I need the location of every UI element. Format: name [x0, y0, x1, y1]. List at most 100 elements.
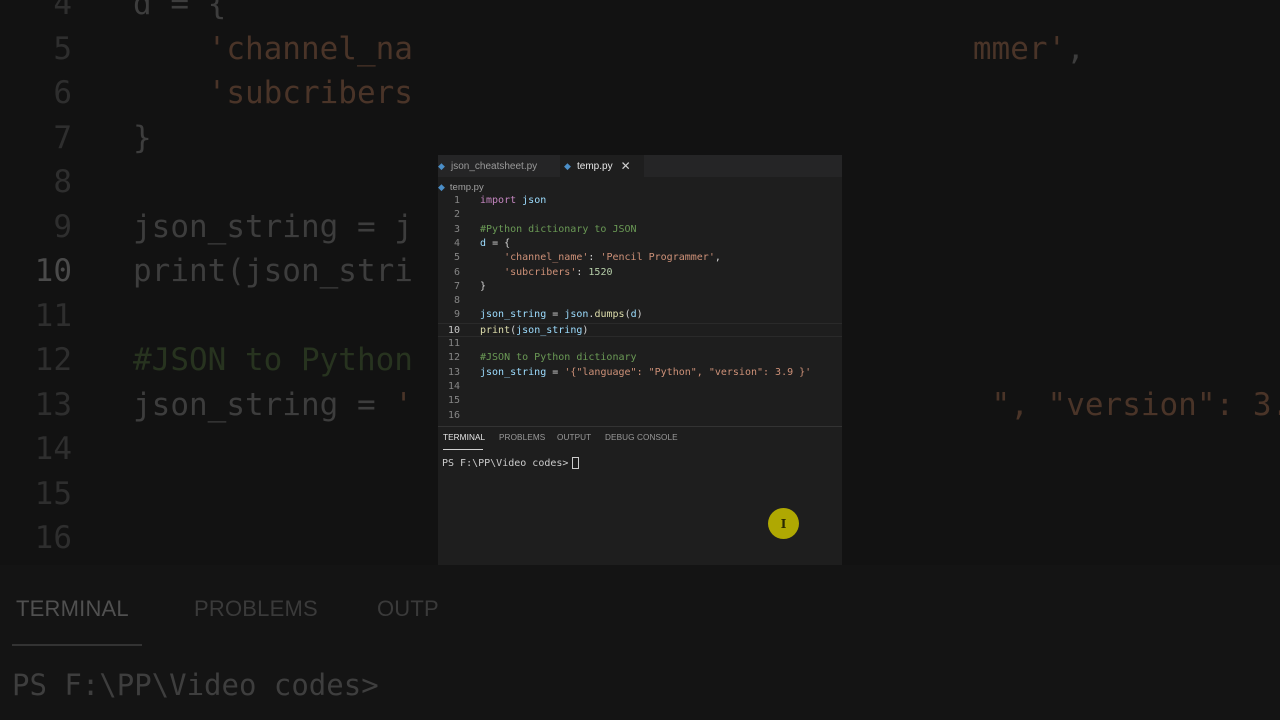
background-code-line: 7} [0, 116, 151, 160]
background-line-number: 9 [53, 208, 72, 245]
background-line-text: json_string = j [133, 208, 413, 245]
background-line-text: #JSON to Python [133, 342, 413, 378]
background-line-number: 12 [34, 342, 72, 378]
line-number: 6 [453, 266, 460, 278]
tab-output[interactable]: OUTPUT [557, 433, 591, 442]
background-code-line: 12 #JSON to Python [0, 338, 413, 382]
background-line-number: 11 [34, 297, 72, 334]
line-text: #Python dictionary to JSON [480, 223, 637, 235]
breadcrumb[interactable]: ◆ temp.py [438, 179, 484, 195]
line-number: 14 [447, 380, 460, 392]
background-line-number: 8 [53, 164, 72, 200]
background-code-line: 13json_string = ' ", "version": 3.9 }' [0, 383, 1280, 427]
line-number: 12 [447, 352, 460, 364]
background-line-text: } [133, 119, 152, 156]
code-line[interactable]: 10 print(json_string) [438, 322, 842, 337]
line-text: import json [480, 195, 547, 206]
active-tab-underline [443, 449, 483, 450]
tab-label: json_cheatsheet.py [451, 160, 538, 172]
code-line[interactable]: 1 import json [438, 194, 842, 208]
code-line[interactable]: 6 'subcribers': 1520 [438, 266, 842, 280]
code-line[interactable]: 15 [438, 394, 842, 408]
code-line[interactable]: 12 #JSON to Python dictionary [438, 351, 842, 365]
background-line-number: 14 [34, 431, 72, 467]
code-line[interactable]: 14 [438, 380, 842, 394]
background-code-line: 6 'subcribers [0, 71, 413, 115]
text-cursor-icon: I [780, 516, 787, 531]
line-number: 3 [453, 223, 460, 235]
tab-label: temp.py [577, 160, 613, 172]
background-code-line: 4 d = { [0, 0, 226, 26]
tab-problems[interactable]: PROBLEMS [499, 433, 545, 442]
line-text: d = { [480, 237, 511, 249]
code-line[interactable]: 4 d = { [438, 237, 842, 251]
python-file-icon: ◆ [438, 161, 445, 171]
background-line-number: 13 [34, 386, 72, 423]
background-line-text: 'subcribers [207, 75, 413, 111]
background-tab-output: OUTP [377, 596, 439, 621]
code-line[interactable]: 9 json_string = json.dumps(d) [438, 308, 842, 322]
background-code-line: 14 [0, 427, 72, 471]
bottom-panel: TERMINAL PROBLEMS OUTPUT DEBUG CONSOLE P… [438, 426, 842, 565]
background-code-line: 5 'channel_na mmer', [0, 27, 1085, 71]
code-line[interactable]: 3 #Python dictionary to JSON [438, 223, 842, 237]
terminal-line[interactable]: PS F:\PP\Video codes> [442, 457, 580, 469]
background-code-line: 9 json_string = j [0, 205, 413, 249]
background-line-number: 5 [53, 30, 72, 67]
background-code-line: 15 [0, 472, 72, 516]
line-number: 10 [447, 324, 460, 336]
background-line-number: 10 [34, 253, 72, 289]
background-line-number: 16 [34, 520, 72, 556]
line-number: 9 [453, 309, 460, 321]
tab-terminal[interactable]: TERMINAL [443, 433, 485, 442]
code-line[interactable]: 2 [438, 208, 842, 222]
tab-json-cheatsheet[interactable]: ◆ json_cheatsheet.py [438, 155, 560, 177]
line-number: 5 [453, 252, 460, 264]
line-number: 15 [447, 395, 460, 407]
mouse-cursor-highlight: I [768, 508, 799, 539]
tab-temp-py[interactable]: ◆ temp.py ✕ [560, 155, 644, 177]
background-line-number: 6 [53, 75, 72, 111]
code-line[interactable]: 16 [438, 409, 842, 423]
python-file-icon: ◆ [564, 161, 571, 171]
background-line-text: 'channel_na mmer', [207, 30, 1085, 67]
terminal-prompt: PS F:\PP\Video codes> [442, 457, 569, 469]
line-number: 13 [447, 366, 460, 378]
line-text: #JSON to Python dictionary [480, 352, 637, 364]
line-text: 'channel_name': 'Pencil Programmer', [504, 252, 721, 264]
line-number: 11 [447, 338, 460, 349]
line-text: json_string = '{"language": "Python", "v… [480, 366, 812, 378]
background-tab-problems: PROBLEMS [194, 596, 318, 621]
code-editor[interactable]: 1 import json 2 3 #Python dictionary to JSON… [438, 194, 842, 423]
background-tab-underline [12, 644, 142, 646]
code-line[interactable]: 13 json_string = '{"language": "Python", … [438, 366, 842, 380]
background-code-line: 16 [0, 516, 72, 560]
python-file-icon: ◆ [438, 181, 445, 192]
background-code-line: 11 [0, 294, 72, 338]
background-terminal-prompt: PS F:\PP\Video codes> [12, 668, 379, 702]
background-code-line: 10 print(json_stri [0, 249, 413, 293]
code-line[interactable]: 11 [438, 337, 842, 351]
code-line[interactable]: 7} [438, 280, 842, 294]
line-text: print(json_string) [480, 324, 589, 336]
background-line-number: 7 [53, 119, 72, 156]
background-line-text: print(json_stri [133, 253, 413, 289]
line-number: 7 [453, 280, 460, 292]
line-number: 8 [453, 295, 460, 307]
line-number: 2 [453, 209, 460, 221]
tab-debug-console[interactable]: DEBUG CONSOLE [605, 433, 678, 442]
tab-bar: ◆ json_cheatsheet.py ◆ temp.py ✕ [438, 155, 842, 177]
background-line-number: 15 [34, 475, 72, 512]
line-number: 16 [447, 409, 460, 421]
breadcrumb-label: temp.py [449, 181, 484, 193]
line-text: json_string = json.dumps(d) [480, 309, 643, 321]
editor-window: ◆ json_cheatsheet.py ◆ temp.py ✕ ◆ temp.… [438, 155, 842, 565]
code-line[interactable]: 8 [438, 294, 842, 308]
line-text: } [480, 280, 487, 292]
background-code-line: 8 [0, 160, 72, 204]
close-icon[interactable]: ✕ [621, 159, 631, 173]
background-line-number: 4 [53, 0, 72, 22]
code-line[interactable]: 5 'channel_name': 'Pencil Programmer', [438, 251, 842, 265]
terminal-cursor [572, 457, 580, 469]
line-number: 1 [453, 195, 460, 206]
